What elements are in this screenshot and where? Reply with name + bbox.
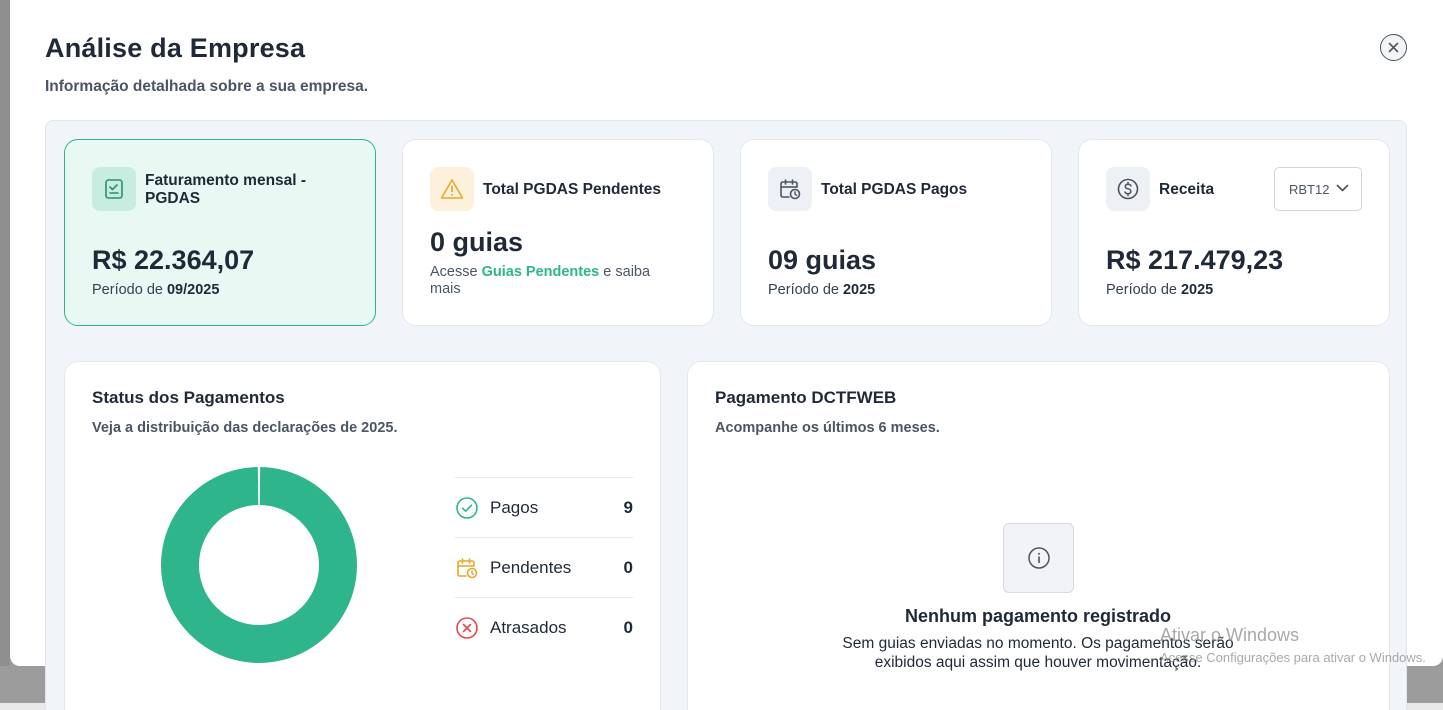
warning-icon (430, 167, 474, 211)
card-value: 0 guias (430, 227, 524, 257)
modal-title: Análise da Empresa (45, 33, 306, 63)
legend-label: Atrasados (490, 617, 567, 637)
panel-title: Status dos Pagamentos (92, 388, 285, 407)
check-circle-icon (456, 496, 478, 519)
content-panel: Faturamento mensal - PGDAS R$ 22.364,07 … (45, 120, 1407, 710)
legend-count: 9 (623, 497, 633, 517)
card-title: Total PGDAS Pagos (821, 181, 968, 198)
card-value: R$ 22.364,07 (92, 245, 255, 275)
period-label: Período de (768, 282, 839, 298)
x-circle-icon (456, 616, 478, 639)
status-legend: Pagos 9 Pendentes 0 Atrasados 0 (455, 477, 633, 657)
modal-subtitle: Informação detalhada sobre a sua empresa… (45, 78, 369, 95)
legend-item-pagos: Pagos 9 (455, 477, 633, 537)
guias-pendentes-link[interactable]: Guias Pendentes (482, 264, 600, 280)
card-pagos[interactable]: Total PGDAS Pagos 09 guias Período de 20… (740, 139, 1052, 326)
card-period: Período de 09/2025 (92, 282, 219, 298)
card-title: Faturamento mensal - PGDAS (145, 172, 307, 207)
receipt-check-icon (92, 167, 136, 211)
close-button[interactable] (1380, 34, 1407, 61)
period-value: 2025 (1180, 282, 1214, 298)
chevron-down-icon (1336, 184, 1349, 192)
period-value: 09/2025 (166, 282, 220, 298)
period-value: 2025 (842, 282, 876, 298)
backdrop (0, 0, 10, 710)
card-period: Período de 2025 (768, 282, 875, 298)
note-prefix: Acesse (430, 264, 478, 280)
card-title: Receita (1159, 181, 1215, 198)
status-panel: Status dos Pagamentos Veja a distribuiçã… (64, 361, 661, 710)
legend-label: Pagos (490, 497, 539, 517)
donut-chart (161, 467, 357, 663)
empty-state-title: Nenhum pagamento registrado (904, 606, 1172, 626)
period-label: Período de (1106, 282, 1177, 298)
legend-item-pendentes: Pendentes 0 (455, 537, 633, 597)
card-value: R$ 217.479,23 (1106, 245, 1284, 275)
card-period: Período de 2025 (1106, 282, 1213, 298)
card-faturamento[interactable]: Faturamento mensal - PGDAS R$ 22.364,07 … (64, 139, 376, 326)
card-receita[interactable]: Receita RBT12 R$ 217.479,23 Período de 2… (1078, 139, 1390, 326)
company-analysis-modal: Análise da Empresa Informação detalhada … (10, 0, 1443, 710)
close-icon (1388, 42, 1399, 53)
card-value: 09 guias (768, 245, 877, 275)
panel-subtitle: Veja a distribuição das declarações de 2… (92, 420, 398, 436)
info-icon (1003, 523, 1074, 593)
legend-count: 0 (623, 557, 633, 577)
period-select[interactable]: RBT12 (1274, 167, 1362, 211)
dollar-circle-icon (1106, 167, 1150, 211)
legend-count: 0 (623, 617, 633, 637)
panel-subtitle: Acompanhe os últimos 6 meses. (715, 420, 940, 436)
card-note: Acesse Guias Pendentes e saiba mais (430, 264, 680, 298)
windows-activation-hint: Acesse Configurações para ativar o Windo… (1160, 650, 1426, 665)
legend-item-atrasados: Atrasados 0 (455, 597, 633, 657)
select-value: RBT12 (1289, 181, 1330, 197)
card-title: Total PGDAS Pendentes (483, 181, 661, 198)
period-label: Período de (92, 282, 163, 298)
legend-label: Pendentes (490, 557, 572, 577)
card-pendentes[interactable]: Total PGDAS Pendentes 0 guias Acesse Gui… (402, 139, 714, 326)
calendar-clock-icon (457, 557, 478, 578)
donut-slice-pagos (161, 467, 357, 663)
calendar-clock-icon (768, 167, 812, 211)
panel-title: Pagamento DCTFWEB (715, 388, 897, 407)
windows-activation-watermark: Ativar o Windows (1160, 625, 1300, 645)
